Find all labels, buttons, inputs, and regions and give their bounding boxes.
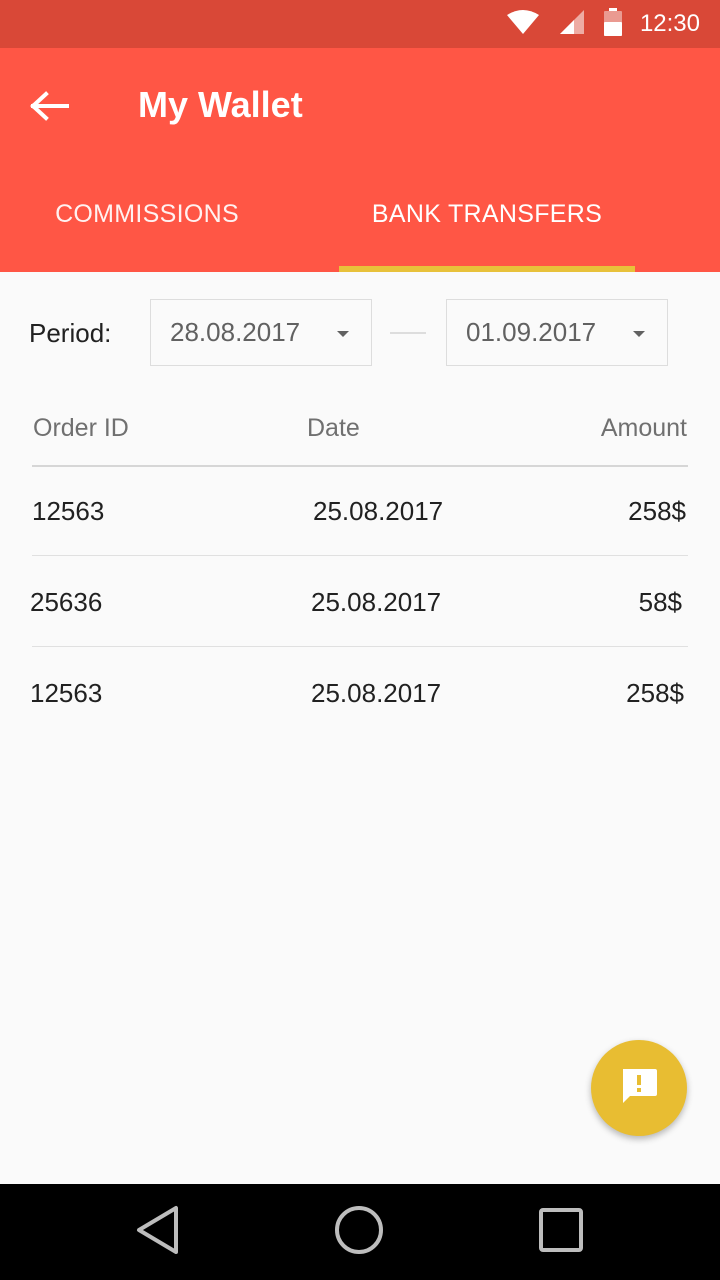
- battery-icon: [603, 7, 622, 41]
- nav-home-button[interactable]: [329, 1204, 389, 1260]
- column-header-date: Date: [307, 414, 360, 442]
- date-from-value: 28.08.2017: [170, 317, 301, 347]
- amount-cell: 58$: [638, 587, 682, 617]
- nav-recent-button[interactable]: [531, 1204, 591, 1260]
- table-row: 12563 25.08.2017 258$: [0, 466, 720, 556]
- period-separator: [390, 332, 426, 334]
- feedback-icon: [618, 1065, 660, 1112]
- dropdown-arrow-icon: [337, 331, 349, 337]
- tab-label: BANK TRANSFERS: [371, 200, 603, 228]
- tab-indicator: [339, 266, 635, 272]
- date-to-dropdown[interactable]: 01.09.2017: [446, 299, 668, 366]
- back-button[interactable]: [20, 82, 80, 134]
- tab-bank-transfers[interactable]: BANK TRANSFERS: [339, 188, 635, 272]
- column-header-order-id: Order ID: [33, 414, 129, 442]
- order-id-cell: 25636: [30, 587, 103, 617]
- arrow-back-icon: [30, 90, 70, 126]
- navigation-bar: [0, 1184, 720, 1280]
- app-bar: My Wallet COMMISSIONS BANK TRANSFERS: [0, 48, 720, 272]
- status-time: 12:30: [639, 10, 700, 37]
- table-row: 25636 25.08.2017 58$: [0, 557, 720, 647]
- feedback-fab-button[interactable]: [591, 1040, 687, 1136]
- status-bar: 12:30: [0, 0, 720, 48]
- order-id-cell: 12563: [32, 496, 105, 526]
- date-cell: 25.08.2017: [313, 496, 444, 526]
- tab-label: COMMISSIONS: [55, 200, 239, 228]
- date-cell: 25.08.2017: [311, 678, 442, 708]
- date-from-dropdown[interactable]: 28.08.2017: [150, 299, 372, 366]
- date-cell: 25.08.2017: [311, 587, 442, 617]
- table-row: 12563 25.08.2017 258$: [0, 648, 720, 738]
- nav-recent-icon: [538, 1207, 584, 1258]
- row-divider: [32, 555, 688, 556]
- page-title: My Wallet: [138, 84, 303, 125]
- nav-home-icon: [334, 1205, 384, 1260]
- dropdown-arrow-icon: [633, 331, 645, 337]
- date-to-value: 01.09.2017: [466, 317, 597, 347]
- nav-back-icon: [135, 1205, 181, 1260]
- order-id-cell: 12563: [30, 678, 103, 708]
- tab-commissions[interactable]: COMMISSIONS: [0, 188, 294, 272]
- column-header-amount: Amount: [600, 414, 687, 442]
- amount-cell: 258$: [626, 678, 684, 708]
- amount-cell: 258$: [628, 496, 686, 526]
- wifi-icon: [506, 9, 540, 40]
- row-divider: [32, 646, 688, 647]
- signal-icon: [558, 9, 586, 40]
- nav-back-button[interactable]: [128, 1204, 188, 1260]
- period-label: Period:: [29, 318, 112, 348]
